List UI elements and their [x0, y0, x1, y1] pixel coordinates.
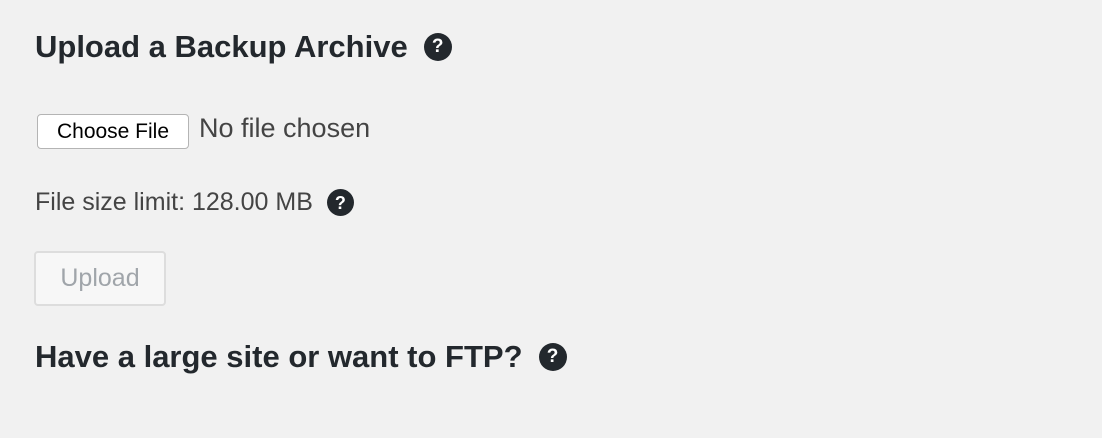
- upload-backup-section-header: Upload a Backup Archive ?: [35, 31, 452, 62]
- choose-file-button[interactable]: Choose File: [37, 114, 189, 149]
- upload-button[interactable]: Upload: [34, 251, 166, 306]
- help-icon[interactable]: ?: [326, 189, 354, 216]
- ftp-section-header: Have a large site or want to FTP? ?: [35, 341, 567, 372]
- file-status-text: No file chosen: [199, 113, 371, 143]
- file-size-limit: File size limit: 128.00 MB ?: [35, 188, 354, 217]
- file-input: Choose File No file chosen: [37, 113, 371, 149]
- upload-backup-title: Upload a Backup Archive: [35, 29, 408, 64]
- ftp-title: Have a large site or want to FTP?: [35, 339, 523, 374]
- help-icon[interactable]: ?: [423, 32, 452, 61]
- file-size-limit-text: File size limit: 128.00 MB: [35, 188, 313, 216]
- help-icon[interactable]: ?: [538, 342, 567, 371]
